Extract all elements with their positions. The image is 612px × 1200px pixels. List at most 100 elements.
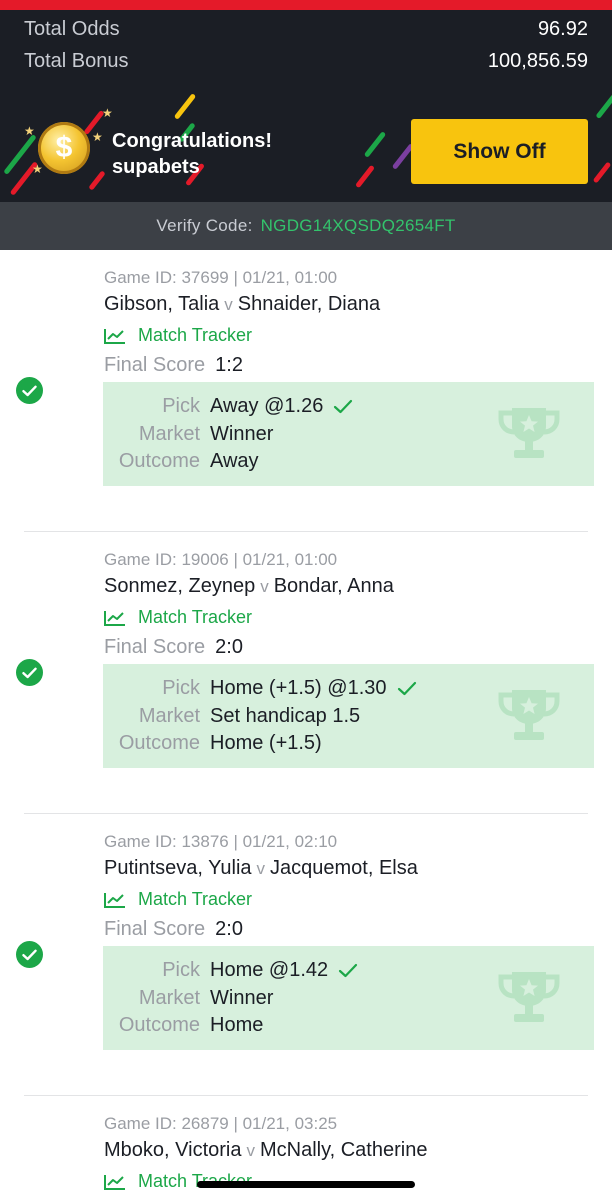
home-team: Sonmez, Zeynep (104, 575, 256, 597)
sparkle-icon: ★ (102, 106, 113, 120)
market-value: Winner (210, 987, 274, 1009)
sparkle-icon: ★ (92, 130, 103, 144)
congratulations-banner: ★ ★ ★ ★ $ Congratulations! supabets Show… (0, 90, 612, 202)
game-id: Game ID: 13876 | 01/21, 02:10 (104, 832, 338, 851)
match-tracker-label: Match Tracker (138, 889, 253, 909)
pick-value: Away @1.26 (210, 395, 324, 417)
confetti-streak (173, 93, 197, 120)
match-tracker-link[interactable]: Match Tracker (104, 325, 252, 346)
final-score-value: 1:2 (215, 354, 243, 376)
pick-label: Pick (162, 395, 200, 417)
outcome-value: Away (210, 450, 259, 472)
away-team: Jacquemot, Elsa (270, 857, 418, 879)
won-check-icon (16, 941, 43, 968)
selection-panel: Pick Home @1.42 Market Winner Outcome Ho… (103, 946, 594, 1050)
username: supabets (112, 156, 200, 178)
match-teams: Sonmez, Zeynep v Bondar, Anna (104, 575, 394, 598)
match-teams: Putintseva, Yulia v Jacquemot, Elsa (104, 857, 418, 880)
top-red-strip (0, 0, 612, 10)
market-label: Market (138, 705, 200, 727)
game-id: Game ID: 26879 | 01/21, 03:25 (104, 1114, 338, 1133)
home-team: Putintseva, Yulia (104, 857, 252, 879)
match-tracker-label: Match Tracker (138, 325, 253, 345)
confetti-streak (355, 164, 375, 189)
confetti-streak (88, 170, 106, 191)
trophy-icon (498, 690, 560, 740)
pick-value: Home @1.42 (210, 959, 329, 981)
selection-panel: Pick Home (+1.5) @1.30 Market Set handic… (103, 664, 594, 768)
bet-item: Game ID: 37699 | 01/21, 01:00 Gibson, Ta… (0, 250, 612, 532)
final-score: Final Score 1:2 (104, 354, 243, 377)
market-label: Market (138, 987, 200, 1009)
final-score-value: 2:0 (215, 918, 243, 940)
match-tracker-label: Match Tracker (138, 607, 253, 627)
chart-line-icon (104, 1174, 125, 1190)
bet-item: Game ID: 19006 | 01/21, 01:00 Sonmez, Ze… (0, 532, 612, 814)
final-score: Final Score 2:0 (104, 636, 243, 659)
selection-panel: Pick Away @1.26 Market Winner Outcome Aw… (103, 382, 594, 486)
total-bonus-value: 100,856.59 (487, 50, 588, 72)
bet-summary: Total Odds 96.92 Total Bonus 100,856.59 (0, 10, 612, 90)
coin-icon: $ (38, 122, 90, 174)
chart-line-icon (104, 328, 125, 344)
market-value: Winner (210, 423, 274, 445)
check-icon (339, 963, 358, 978)
won-check-icon (16, 659, 43, 686)
chart-line-icon (104, 892, 125, 908)
bet-item: Game ID: 13876 | 01/21, 02:10 Putintseva… (0, 814, 612, 1096)
trophy-icon (498, 408, 560, 458)
total-odds-label: Total Odds (24, 18, 120, 40)
game-id: Game ID: 37699 | 01/21, 01:00 (104, 268, 338, 287)
sparkle-icon: ★ (32, 162, 43, 176)
final-score-label: Final Score (104, 636, 206, 658)
final-score-value: 2:0 (215, 636, 243, 658)
final-score-label: Final Score (104, 918, 206, 940)
outcome-value: Home (210, 1014, 264, 1036)
confetti-streak (595, 93, 612, 120)
check-icon (334, 399, 353, 414)
game-id: Game ID: 19006 | 01/21, 01:00 (104, 550, 338, 569)
match-tracker-link[interactable]: Match Tracker (104, 607, 252, 628)
pick-label: Pick (162, 677, 200, 699)
check-icon (397, 681, 416, 696)
final-score: Final Score 2:0 (104, 918, 243, 941)
match-teams: Mboko, Victoria v McNally, Catherine (104, 1139, 427, 1162)
total-bonus-row: Total Bonus 100,856.59 (24, 50, 588, 73)
trophy-icon (498, 972, 560, 1022)
outcome-label: Outcome (118, 450, 200, 472)
verify-code-label: Verify Code: (156, 216, 253, 235)
away-team: Shnaider, Diana (237, 293, 381, 315)
verify-code-value[interactable]: NGDG14XQSDQ2654FT (261, 216, 456, 236)
chart-line-icon (104, 610, 125, 626)
home-indicator[interactable] (197, 1181, 415, 1188)
versus-label: v (260, 577, 269, 596)
verify-code-bar: Verify Code: NGDG14XQSDQ2654FT (0, 202, 612, 250)
total-bonus-label: Total Bonus (24, 50, 129, 72)
congratulations-text: Congratulations! supabets (112, 128, 272, 180)
outcome-label: Outcome (118, 732, 200, 754)
pick-value: Home (+1.5) @1.30 (210, 677, 387, 699)
versus-label: v (224, 295, 233, 314)
show-off-button[interactable]: Show Off (411, 119, 588, 184)
outcome-label: Outcome (118, 1014, 200, 1036)
total-odds-row: Total Odds 96.92 (24, 18, 588, 41)
versus-label: v (246, 1141, 255, 1160)
outcome-value: Home (+1.5) (210, 732, 322, 754)
won-check-icon (16, 377, 43, 404)
coin-glyph: $ (55, 131, 73, 164)
pick-label: Pick (162, 959, 200, 981)
match-tracker-link[interactable]: Match Tracker (104, 889, 252, 910)
market-value: Set handicap 1.5 (210, 705, 361, 727)
congratulations-title: Congratulations! (112, 130, 272, 152)
sparkle-icon: ★ (24, 124, 35, 138)
match-teams: Gibson, Talia v Shnaider, Diana (104, 293, 380, 316)
confetti-streak (592, 161, 612, 184)
home-team: Mboko, Victoria (104, 1139, 242, 1161)
versus-label: v (256, 859, 266, 878)
home-team: Gibson, Talia (104, 293, 220, 315)
away-team: Bondar, Anna (273, 575, 394, 597)
total-odds-value: 96.92 (537, 18, 588, 40)
away-team: McNally, Catherine (259, 1139, 428, 1161)
confetti-streak (363, 131, 387, 158)
final-score-label: Final Score (104, 354, 206, 376)
